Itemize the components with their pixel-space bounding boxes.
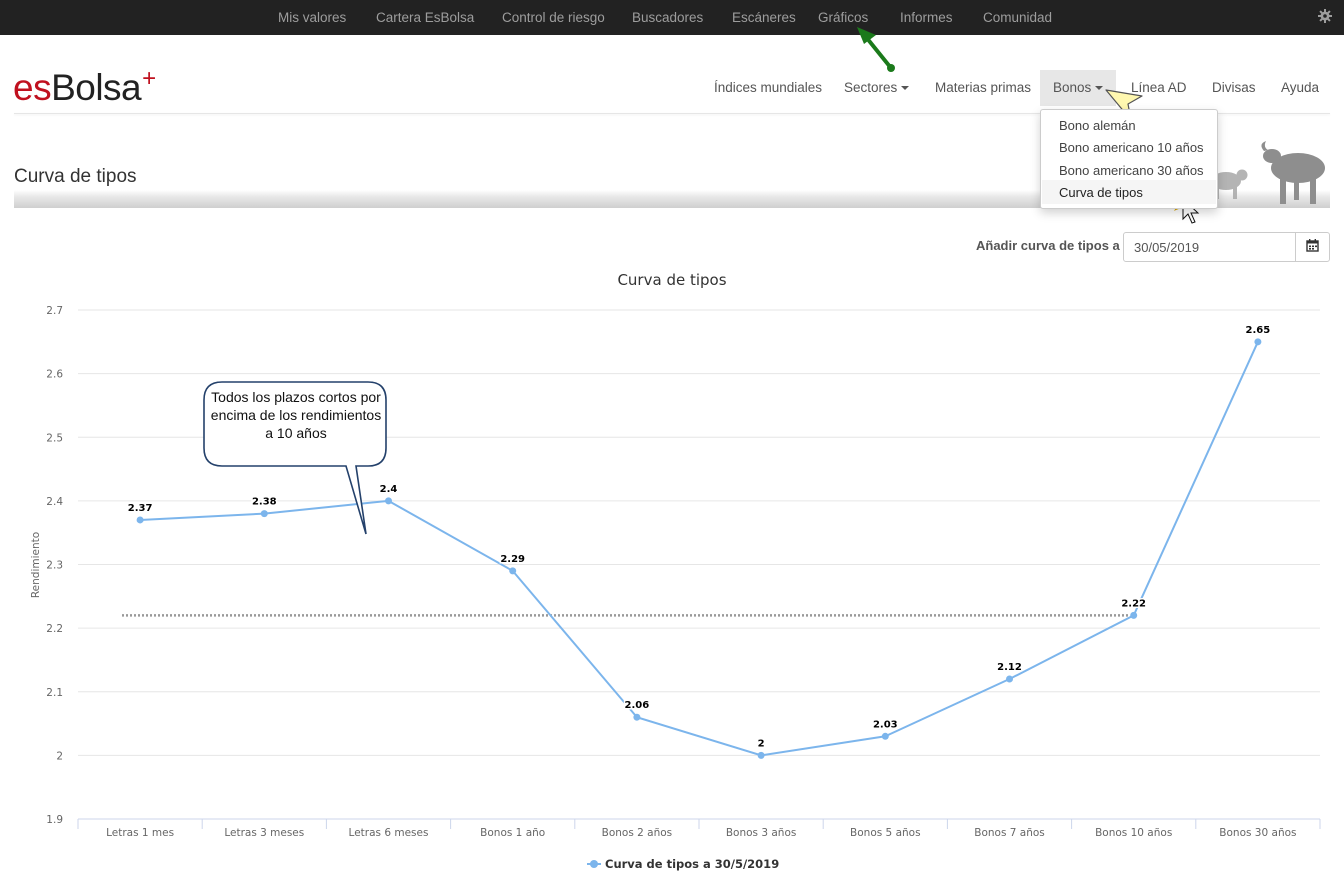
- callout-text: Todos los plazos cortos por encima de lo…: [210, 389, 382, 441]
- bull-bear-image: [1200, 138, 1334, 208]
- mainnav-sectores[interactable]: Sectores: [844, 70, 910, 106]
- chevron-down-icon: [1095, 86, 1104, 91]
- mainnav-bonos-label: Bonos: [1053, 80, 1092, 95]
- mainnav-linea-ad[interactable]: Línea AD: [1131, 70, 1187, 106]
- mainnav-ayuda[interactable]: Ayuda: [1281, 70, 1319, 106]
- x-tick-label: Bonos 5 años: [850, 827, 921, 839]
- legend-marker-icon: [590, 860, 598, 868]
- y-tick-label: 2: [56, 750, 63, 762]
- topnav-escaneres[interactable]: Escáneres: [732, 0, 796, 35]
- data-point[interactable]: [881, 732, 889, 740]
- date-input[interactable]: [1123, 232, 1296, 262]
- bonos-dropdown-menu: Bono alemán Bono americano 10 años Bono …: [1040, 109, 1218, 209]
- y-tick-label: 2.1: [46, 687, 63, 699]
- chart-grid: [78, 309, 1320, 756]
- mainnav-bonos[interactable]: Bonos: [1040, 70, 1117, 106]
- x-tick-label: Letras 1 mes: [106, 827, 174, 839]
- topnav-control-de-riesgo[interactable]: Control de riesgo: [502, 0, 605, 35]
- data-point[interactable]: [385, 497, 392, 505]
- dropdown-item-curva-de-tipos[interactable]: Curva de tipos: [1059, 185, 1143, 200]
- topnav-graficos[interactable]: Gráficos: [818, 0, 868, 35]
- y-axis: 1.9 2 2.1 2.2 2.3 2.4 2.5 2.6 2.7: [46, 305, 63, 826]
- data-label: 2.38: [252, 497, 277, 508]
- dropdown-item-bono-aleman[interactable]: Bono alemán: [1059, 118, 1136, 133]
- chevron-down-icon: [901, 86, 910, 91]
- topnav-comunidad[interactable]: Comunidad: [983, 0, 1052, 35]
- data-point[interactable]: [1130, 611, 1138, 619]
- dropdown-item-bono-americano-10[interactable]: Bono americano 10 años: [1059, 140, 1204, 155]
- data-point[interactable]: [633, 713, 641, 721]
- data-point[interactable]: [260, 510, 268, 518]
- y-tick-label: 1.9: [46, 814, 63, 826]
- page-title: Curva de tipos: [14, 166, 137, 187]
- data-point[interactable]: [757, 751, 765, 759]
- yield-curve-chart: Curva de tipos 1.9 2 2.1 2.2 2.3 2.4 2.5 2.6 2.7…: [30, 271, 1321, 871]
- x-tick-label: Letras 6 meses: [349, 827, 429, 839]
- y-tick-label: 2.5: [46, 432, 63, 444]
- y-axis-label: Rendimiento: [30, 532, 42, 598]
- chart-title: Curva de tipos: [617, 271, 726, 289]
- x-tick-label: Bonos 3 años: [726, 827, 797, 839]
- x-tick-label: Bonos 1 año: [480, 827, 545, 839]
- date-picker-label: Añadir curva de tipos a: [976, 238, 1120, 253]
- data-label: 2.03: [873, 719, 898, 730]
- data-point[interactable]: [1006, 675, 1013, 683]
- x-axis: Letras 1 mes Letras 3 meses Letras 6 meses…: [77, 818, 1321, 839]
- data-label: 2: [758, 738, 765, 749]
- x-tick-label: Bonos 30 años: [1219, 827, 1296, 839]
- data-label: 2.06: [625, 700, 650, 711]
- dropdown-item-bono-americano-30[interactable]: Bono americano 30 años: [1059, 163, 1204, 178]
- x-tick-label: Bonos 2 años: [602, 827, 673, 839]
- mainnav-divisas[interactable]: Divisas: [1212, 70, 1256, 106]
- chart-legend[interactable]: Curva de tipos a 30/5/2019: [587, 857, 779, 871]
- logo-plus: +: [142, 65, 156, 92]
- data-label: 2.22: [1121, 598, 1146, 609]
- calendar-icon: [1306, 239, 1319, 252]
- data-point[interactable]: [1254, 338, 1262, 346]
- esbolsa-logo[interactable]: esBolsa+: [13, 65, 156, 115]
- data-label: 2.4: [380, 484, 398, 495]
- legend-series-name: Curva de tipos a 30/5/2019: [605, 857, 779, 871]
- mainnav-sectores-label: Sectores: [844, 80, 898, 95]
- mainnav-indices-mundiales[interactable]: Índices mundiales: [714, 70, 822, 106]
- y-tick-label: 2.4: [46, 496, 63, 508]
- y-tick-label: 2.7: [46, 305, 63, 317]
- topnav-mis-valores[interactable]: Mis valores: [278, 0, 346, 35]
- x-tick-label: Bonos 10 años: [1095, 827, 1172, 839]
- y-tick-label: 2.6: [46, 369, 63, 381]
- data-point[interactable]: [136, 516, 144, 524]
- calendar-button[interactable]: [1295, 232, 1330, 262]
- topnav-informes[interactable]: Informes: [900, 0, 953, 35]
- data-label: 2.12: [997, 662, 1022, 673]
- x-tick-label: Bonos 7 años: [974, 827, 1045, 839]
- data-label: 2.29: [500, 554, 525, 565]
- topnav-buscadores[interactable]: Buscadores: [632, 0, 703, 35]
- top-nav: Mis valores Cartera EsBolsa Control de r…: [0, 0, 1344, 35]
- x-tick-label: Letras 3 meses: [224, 827, 304, 839]
- gear-icon[interactable]: [1318, 9, 1332, 23]
- logo-es: es: [13, 67, 52, 108]
- y-tick-label: 2.2: [46, 623, 63, 635]
- data-label: 2.37: [128, 503, 153, 514]
- mainnav-materias-primas[interactable]: Materias primas: [935, 70, 1031, 106]
- data-point[interactable]: [509, 567, 517, 575]
- data-label: 2.65: [1246, 325, 1271, 336]
- topnav-cartera-esbolsa[interactable]: Cartera EsBolsa: [376, 0, 474, 35]
- y-tick-label: 2.3: [46, 560, 63, 572]
- logo-bolsa: Bolsa: [51, 67, 142, 108]
